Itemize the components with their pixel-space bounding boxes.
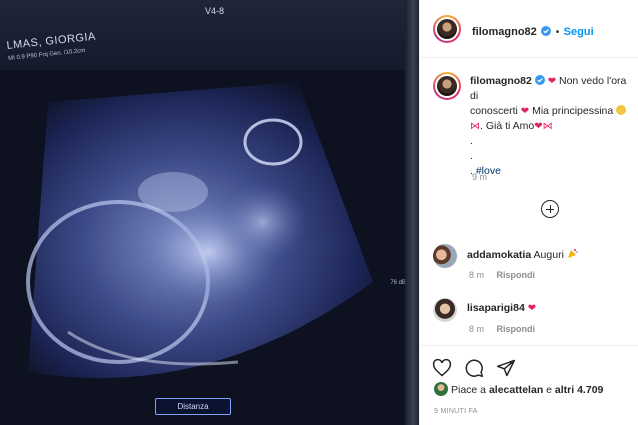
comment-time: 8 m — [469, 270, 485, 280]
follow-button[interactable]: Segui — [564, 26, 594, 38]
comment-time: 8 m — [469, 324, 485, 334]
heart-emoji-icon: ❤ — [520, 106, 530, 117]
probe-label: V4-8 — [205, 6, 225, 16]
ribbon-emoji-icon: ⋈ — [542, 121, 553, 132]
liker-username[interactable]: alecattelan — [489, 384, 543, 396]
scan-readout: 76 dB — [390, 280, 406, 286]
party-popper-icon — [567, 249, 578, 258]
share-icon[interactable] — [496, 358, 516, 378]
like-heart-icon[interactable] — [432, 358, 452, 378]
post-actions-bar — [420, 345, 638, 385]
face-emoji-icon — [616, 105, 627, 115]
caption-text: filomagno82 ❤ Non vedo l'ora di conoscer… — [470, 74, 636, 179]
post-photo[interactable]: V4-8 LMAS, GIORGIA MI 0.9 P90 Frq Gen. /… — [0, 0, 419, 425]
commenter-avatar[interactable] — [433, 298, 457, 322]
reply-button[interactable]: Rispondi — [497, 324, 536, 334]
likes-suffix: e — [543, 384, 555, 396]
heart-emoji-icon: ❤ — [527, 303, 537, 314]
caption-username[interactable]: filomagno82 — [470, 75, 532, 87]
commenter-avatar[interactable] — [433, 244, 457, 268]
caption-author-avatar[interactable] — [433, 72, 461, 100]
author-avatar[interactable] — [433, 15, 461, 43]
post-header: filomagno82 • Segui — [420, 0, 638, 58]
ultrasound-scan-image — [26, 82, 373, 378]
author-username[interactable]: filomagno82 — [472, 26, 537, 38]
post-details-panel: filomagno82 • Segui filomagno82 ❤ Non ve… — [419, 0, 638, 425]
heart-emoji-icon: ❤ — [547, 76, 557, 87]
distance-button: Distanza — [155, 398, 231, 415]
post-timestamp: 9 MINUTI FA — [434, 408, 478, 415]
heart-emoji-icon: ❤ — [534, 121, 543, 132]
comment-username[interactable]: lisaparigi84 — [467, 302, 525, 314]
caption-line-4: . Già ti Amo — [480, 120, 535, 132]
likes-prefix: Piace a — [451, 384, 489, 396]
likes-others-link[interactable]: altri 4.709 — [555, 384, 603, 396]
caption-dot: . — [470, 135, 473, 147]
verified-badge-icon — [541, 26, 552, 36]
comment-item: addamokatia Auguri 8 m Rispondi — [420, 244, 638, 284]
comment-username[interactable]: addamokatia — [467, 249, 531, 261]
caption-dot: . — [470, 150, 473, 162]
comment-item: lisaparigi84 ❤ 8 m Rispondi — [420, 298, 638, 338]
reply-button[interactable]: Rispondi — [497, 270, 536, 280]
header-separator: • — [555, 27, 560, 38]
caption-line-3: Mia principessina — [532, 105, 614, 117]
caption-line-2: conoscerti — [470, 105, 518, 117]
likes-summary: Piace a alecattelan e altri 4.709 — [434, 382, 603, 396]
comment-text: Auguri — [533, 249, 564, 261]
caption-time: 9 m — [472, 172, 488, 182]
liker-avatar[interactable] — [434, 382, 448, 396]
ribbon-emoji-icon: ⋈ — [470, 121, 480, 132]
comment-icon[interactable] — [464, 358, 484, 378]
monitor-bezel — [405, 0, 419, 425]
load-more-comments-button[interactable] — [541, 200, 559, 218]
verified-badge-icon — [534, 75, 545, 85]
